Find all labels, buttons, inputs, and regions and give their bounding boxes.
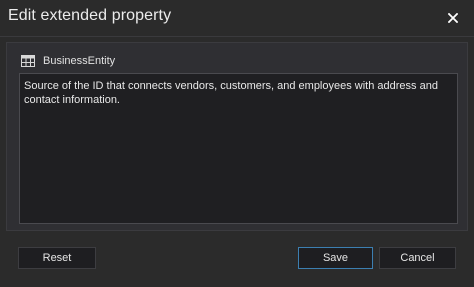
edit-extended-property-dialog: Edit extended property BusinessEntity So… — [0, 0, 474, 287]
table-icon — [21, 55, 35, 67]
cancel-button[interactable]: Cancel — [379, 247, 456, 269]
entity-header: BusinessEntity — [21, 53, 115, 69]
save-button[interactable]: Save — [298, 247, 373, 269]
property-panel: BusinessEntity Source of the ID that con… — [6, 42, 468, 231]
close-icon — [448, 13, 458, 23]
dialog-title: Edit extended property — [8, 7, 172, 24]
title-bar: Edit extended property — [0, 0, 474, 36]
reset-button[interactable]: Reset — [18, 247, 96, 269]
close-button[interactable] — [440, 6, 466, 30]
title-divider — [0, 36, 474, 37]
entity-name: BusinessEntity — [43, 55, 116, 67]
description-textarea[interactable]: Source of the ID that connects vendors, … — [19, 73, 458, 224]
